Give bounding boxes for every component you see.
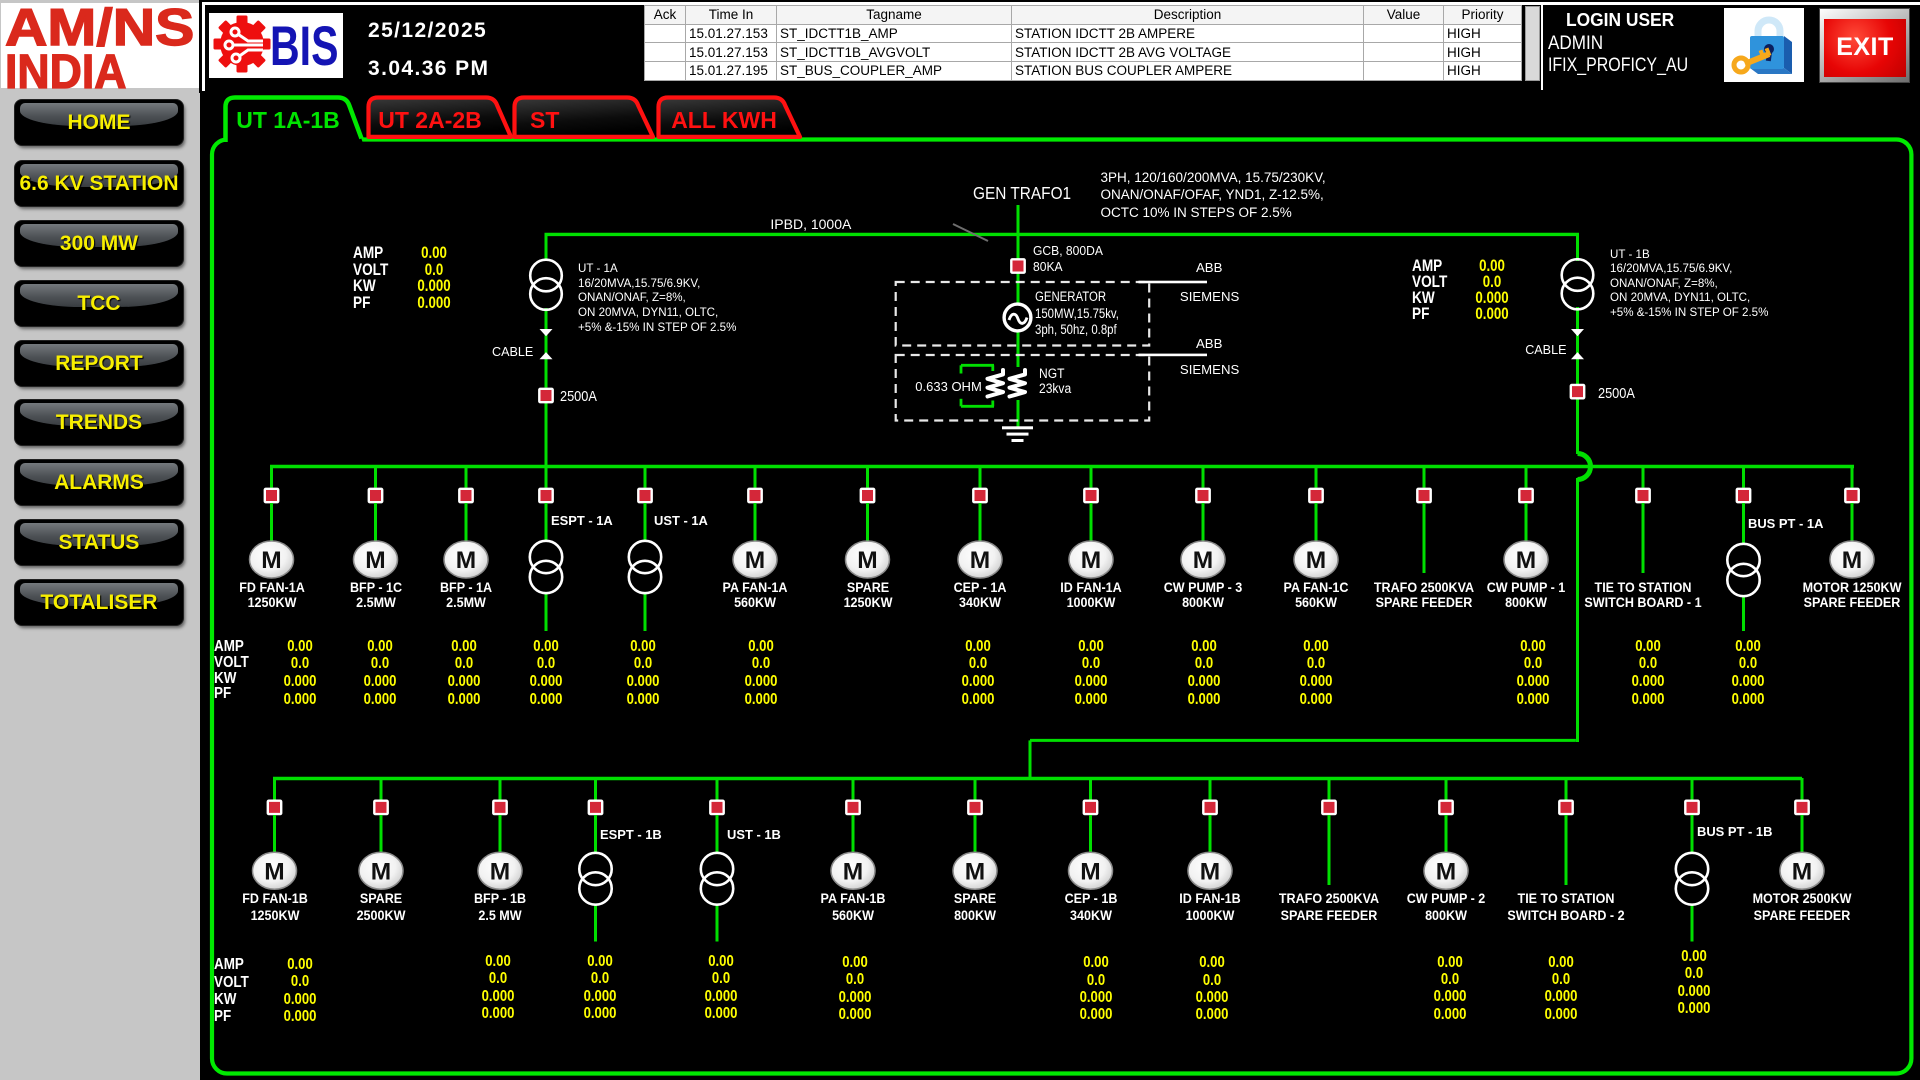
svg-text:M: M xyxy=(1080,858,1100,885)
svg-text:M: M xyxy=(745,547,765,574)
svg-text:M: M xyxy=(965,858,985,885)
svg-text:M: M xyxy=(261,547,281,574)
svg-text:M: M xyxy=(371,858,391,885)
svg-text:M: M xyxy=(1193,547,1213,574)
svg-text:M: M xyxy=(1306,547,1326,574)
svg-text:M: M xyxy=(1516,547,1536,574)
svg-text:M: M xyxy=(1200,858,1220,885)
svg-text:M: M xyxy=(1792,858,1812,885)
svg-text:M: M xyxy=(857,547,877,574)
svg-text:M: M xyxy=(1842,547,1862,574)
svg-text:M: M xyxy=(970,547,990,574)
svg-text:M: M xyxy=(365,547,385,574)
svg-text:M: M xyxy=(264,858,284,885)
svg-text:M: M xyxy=(456,547,476,574)
svg-text:M: M xyxy=(1081,547,1101,574)
svg-text:M: M xyxy=(1436,858,1456,885)
svg-text:M: M xyxy=(843,858,863,885)
svg-text:M: M xyxy=(490,858,510,885)
